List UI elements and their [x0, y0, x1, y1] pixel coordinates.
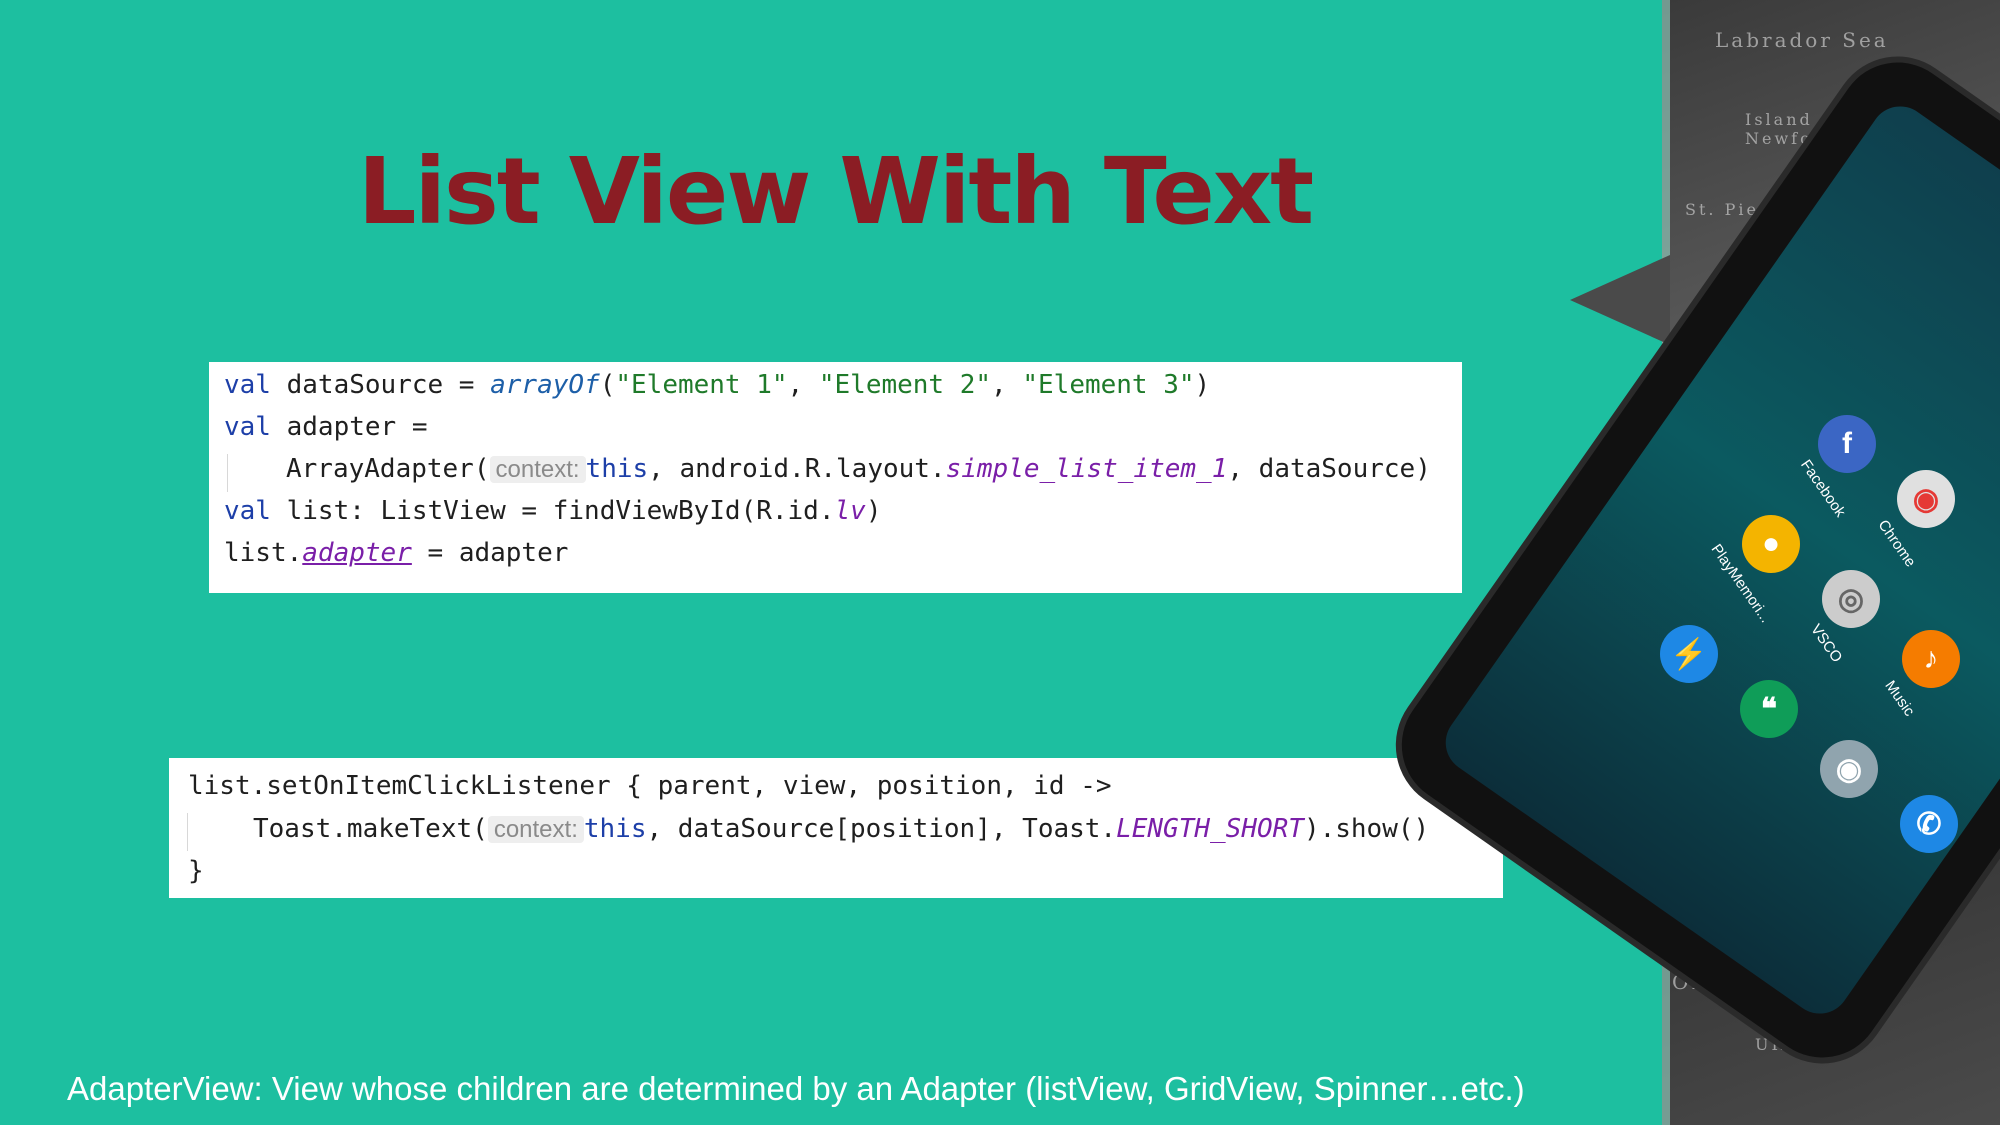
indent-guide — [227, 454, 228, 492]
map-label: Labrador Sea — [1715, 28, 1889, 52]
code-line: list.setOnItemClickListener { parent, vi… — [188, 771, 1112, 801]
parameter-hint: context: — [487, 816, 584, 843]
code-line: list.adapter = adapter — [224, 538, 569, 568]
code-block-adapter-setup: val dataSource = arrayOf("Element 1", "E… — [209, 362, 1462, 593]
parameter-hint: context: — [489, 456, 586, 483]
code-line: val dataSource = arrayOf("Element 1", "E… — [224, 370, 1211, 400]
chrome-icon: ◉ — [1897, 470, 1955, 528]
code-line: val adapter = — [224, 412, 428, 442]
facebook-icon: f — [1818, 415, 1876, 473]
code-line: val list: ListView = findViewById(R.id.l… — [224, 496, 882, 526]
messenger-icon: ⚡ — [1660, 625, 1718, 683]
phone-icon: ✆ — [1900, 795, 1958, 853]
code-line: } — [188, 856, 204, 886]
camera-icon: ◉ — [1820, 740, 1878, 798]
code-line: ArrayAdapter(context: this, android.R.lay… — [286, 454, 1431, 484]
code-block-click-listener: list.setOnItemClickListener { parent, vi… — [169, 758, 1503, 898]
hangouts-icon: ❝ — [1740, 680, 1798, 738]
slide: List View With Text val dataSource = arr… — [0, 0, 2000, 1125]
slide-title: List View With Text — [357, 138, 1314, 245]
caption: AdapterView: View whose children are det… — [67, 1070, 1525, 1107]
indent-guide — [187, 813, 188, 851]
playmemories-icon: ● — [1742, 515, 1800, 573]
vsco-icon: ◎ — [1822, 570, 1880, 628]
music-icon: ♪ — [1902, 630, 1960, 688]
code-line: Toast.makeText(context: this, dataSource[… — [253, 814, 1430, 844]
decorative-arrow — [1570, 255, 1670, 345]
